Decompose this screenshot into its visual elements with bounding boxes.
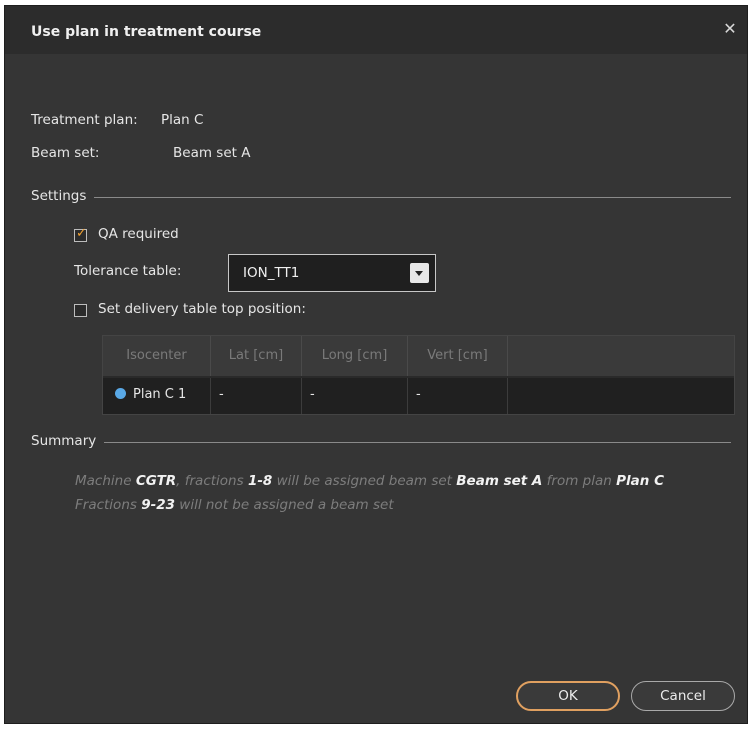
summary-label: Summary xyxy=(31,433,105,449)
summary-section-header: Summary xyxy=(31,433,731,449)
set-delivery-checkbox[interactable] xyxy=(74,304,87,317)
column-header-vert: Vert [cm] xyxy=(408,336,508,376)
isocenter-table: Isocenter Lat [cm] Long [cm] Vert [cm] P… xyxy=(102,335,735,415)
long-cell[interactable]: - xyxy=(302,378,408,414)
close-icon[interactable]: ✕ xyxy=(721,20,739,38)
summary-machine: CGTR xyxy=(135,473,177,489)
cancel-button[interactable]: Cancel xyxy=(631,681,735,711)
isocenter-cell: Plan C 1 xyxy=(103,378,211,414)
column-header-lat: Lat [cm] xyxy=(211,336,302,376)
summary-line-1: Machine CGTR, fractions 1-8 will be assi… xyxy=(75,473,664,489)
settings-label: Settings xyxy=(31,188,95,204)
tolerance-table-value: ION_TT1 xyxy=(243,265,300,281)
checkmark-icon: ✓ xyxy=(76,226,87,241)
ok-button[interactable]: OK xyxy=(516,681,620,711)
summary-line-2: Fractions 9-23 will not be assigned a be… xyxy=(75,497,394,513)
chevron-down-icon[interactable] xyxy=(410,263,429,283)
settings-section-header: Settings xyxy=(31,188,731,204)
lat-cell[interactable]: - xyxy=(211,378,302,414)
treatment-plan-value: Plan C xyxy=(161,112,204,128)
summary-fractions-unassigned: 9-23 xyxy=(141,497,175,513)
column-header-isocenter: Isocenter xyxy=(103,336,211,376)
tolerance-table-select[interactable]: ION_TT1 xyxy=(228,254,436,292)
column-header-long: Long [cm] xyxy=(302,336,408,376)
table-header: Isocenter Lat [cm] Long [cm] Vert [cm] xyxy=(103,336,734,376)
use-plan-dialog: Use plan in treatment course ✕ Treatment… xyxy=(4,5,748,724)
qa-required-checkbox[interactable]: ✓ xyxy=(74,226,87,242)
vert-cell[interactable]: - xyxy=(408,378,508,414)
dialog-title: Use plan in treatment course xyxy=(31,24,262,40)
qa-required-label: QA required xyxy=(98,226,179,242)
table-row[interactable]: Plan C 1 - - - xyxy=(103,378,734,414)
summary-plan: Plan C xyxy=(616,473,664,489)
tolerance-table-label: Tolerance table: xyxy=(74,263,182,279)
isocenter-marker-icon xyxy=(115,388,126,399)
summary-divider xyxy=(31,442,731,443)
summary-fractions-assigned: 1-8 xyxy=(247,473,273,489)
treatment-plan-label: Treatment plan: xyxy=(31,112,138,128)
summary-beam-set: Beam set A xyxy=(456,473,543,489)
beam-set-value: Beam set A xyxy=(173,145,251,161)
title-bar: Use plan in treatment course ✕ xyxy=(5,6,747,54)
settings-divider xyxy=(31,197,731,198)
set-delivery-label: Set delivery table top position: xyxy=(98,301,306,317)
isocenter-name: Plan C 1 xyxy=(133,387,187,402)
beam-set-label: Beam set: xyxy=(31,145,100,161)
